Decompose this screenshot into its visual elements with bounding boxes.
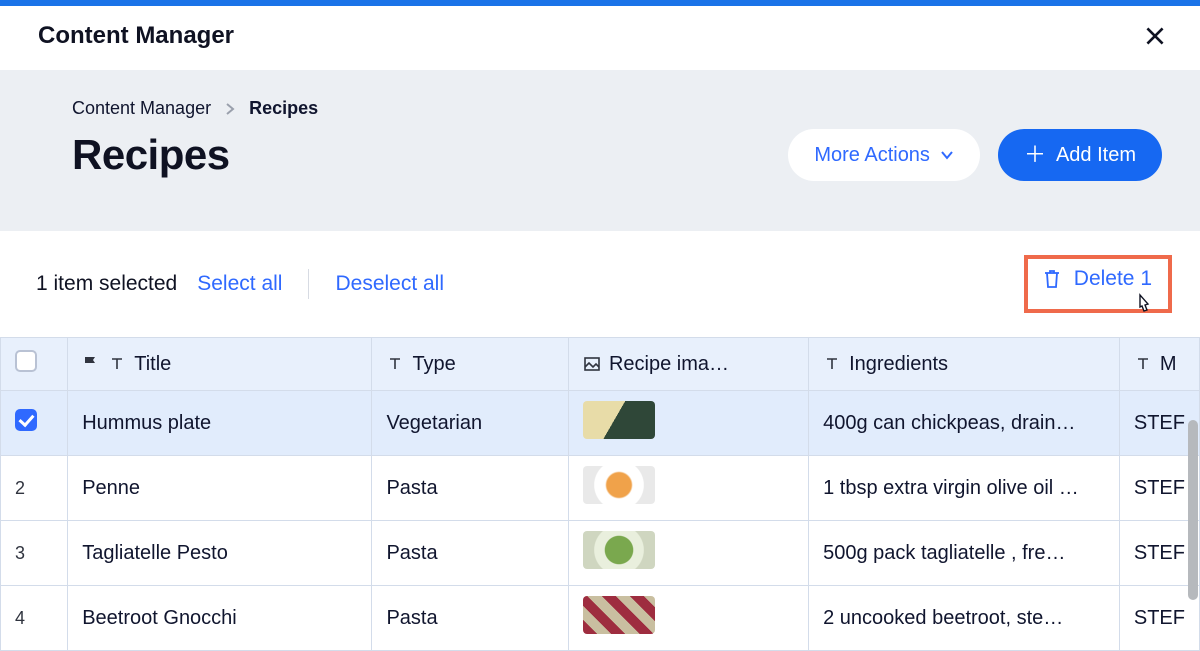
delete-highlight-box: Delete 1 [1024, 255, 1172, 313]
row-checkbox[interactable] [15, 409, 37, 431]
breadcrumb-root[interactable]: Content Manager [72, 98, 211, 119]
page-subheader: Content Manager Recipes Recipes More Act… [0, 70, 1200, 231]
modal-title: Content Manager [38, 22, 234, 50]
cell-image[interactable] [568, 521, 808, 586]
cell-image[interactable] [568, 586, 808, 651]
col-image-label: Recipe ima… [609, 353, 729, 376]
more-actions-label: More Actions [814, 144, 930, 167]
text-icon [386, 355, 404, 373]
breadcrumb: Content Manager Recipes [72, 98, 1162, 119]
plus-icon: ＋ [1024, 144, 1046, 166]
recipe-thumbnail [583, 466, 655, 504]
col-type-label: Type [412, 353, 455, 376]
text-icon [823, 355, 841, 373]
text-icon [1134, 355, 1152, 373]
cell-title[interactable]: Hummus plate [68, 391, 372, 456]
add-item-label: Add Item [1056, 144, 1136, 167]
image-icon [583, 355, 601, 373]
select-all-link[interactable]: Select all [197, 272, 282, 296]
recipe-thumbnail [583, 401, 655, 439]
chevron-down-icon [940, 148, 954, 162]
cell-ingredients[interactable]: 1 tbsp extra virgin olive oil … [809, 456, 1120, 521]
col-title-label: Title [134, 353, 171, 376]
cell-image[interactable] [568, 391, 808, 456]
text-icon [108, 355, 126, 373]
trash-icon [1042, 268, 1062, 290]
page-title: Recipes [72, 131, 230, 179]
cell-title[interactable]: Tagliatelle Pesto [68, 521, 372, 586]
col-last-label: M [1160, 353, 1177, 376]
cell-type[interactable]: Pasta [372, 521, 569, 586]
delete-button[interactable]: Delete 1 [1042, 267, 1152, 291]
cell-title[interactable]: Beetroot Gnocchi [68, 586, 372, 651]
table-row[interactable]: 4 Beetroot GnocchiPasta 2 uncooked beetroo… [1, 586, 1200, 651]
cell-title[interactable]: Penne [68, 456, 372, 521]
recipe-thumbnail [583, 596, 655, 634]
selection-bar: 1 item selected Select all Deselect all … [0, 231, 1200, 337]
selection-count: 1 item selected [36, 272, 177, 296]
cell-type[interactable]: Pasta [372, 456, 569, 521]
deselect-all-link[interactable]: Deselect all [335, 272, 444, 296]
chevron-right-icon [225, 102, 235, 116]
table-row[interactable]: Hummus plateVegetarian 400g can chickpeas… [1, 391, 1200, 456]
cell-ingredients[interactable]: 2 uncooked beetroot, ste… [809, 586, 1120, 651]
delete-label: Delete 1 [1074, 267, 1152, 291]
table-row[interactable]: 2 PennePasta 1 tbsp extra virgin olive oil… [1, 456, 1200, 521]
data-table: Title Type Recipe ima… Ingredients [0, 337, 1200, 651]
modal-header: Content Manager [0, 6, 1200, 70]
row-number: 4 [15, 608, 25, 628]
cell-ingredients[interactable]: 400g can chickpeas, drain… [809, 391, 1120, 456]
scrollbar-track[interactable] [1186, 420, 1200, 640]
cell-ingredients[interactable]: 500g pack tagliatelle , fre… [809, 521, 1120, 586]
flag-icon [82, 355, 100, 373]
cell-image[interactable] [568, 456, 808, 521]
scrollbar-thumb[interactable] [1188, 420, 1198, 600]
add-item-button[interactable]: ＋ Add Item [998, 129, 1162, 181]
cursor-pointer-icon [1134, 293, 1154, 315]
row-number: 3 [15, 543, 25, 563]
cell-type[interactable]: Vegetarian [372, 391, 569, 456]
more-actions-button[interactable]: More Actions [788, 129, 980, 181]
col-ingredients-label: Ingredients [849, 353, 948, 376]
recipe-thumbnail [583, 531, 655, 569]
close-icon[interactable] [1142, 23, 1168, 49]
table-row[interactable]: 3 Tagliatelle PestoPasta 500g pack tagliat… [1, 521, 1200, 586]
breadcrumb-current: Recipes [249, 98, 318, 119]
row-number: 2 [15, 478, 25, 498]
cell-type[interactable]: Pasta [372, 586, 569, 651]
header-actions: More Actions ＋ Add Item [788, 129, 1162, 181]
divider [308, 269, 309, 299]
select-all-checkbox[interactable] [15, 350, 37, 372]
